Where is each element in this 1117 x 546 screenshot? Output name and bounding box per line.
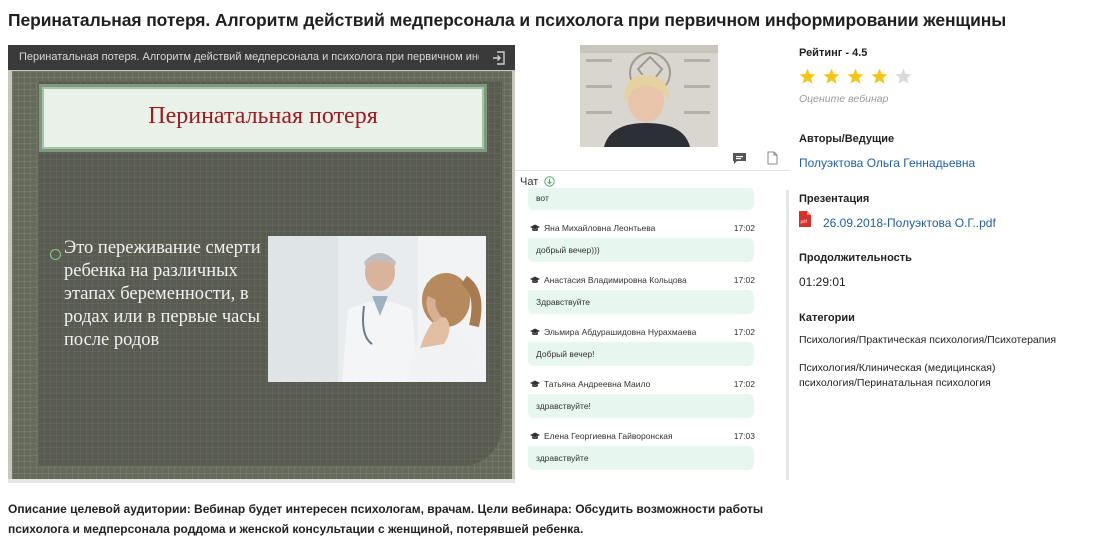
chat-toolbar [515,148,790,171]
chat-author: Татьяна Андреевна Маило [544,379,651,389]
graduation-cap-icon [530,276,540,284]
download-circle-icon[interactable] [544,176,555,187]
chat-time: 17:03 [733,431,755,441]
chat-time: 17:02 [733,327,755,337]
chat-message-text: Добрый вечер! [528,342,754,366]
chat-message-text: вот [528,188,754,210]
star-icon[interactable] [847,68,864,85]
star-icon[interactable] [823,68,840,85]
category-item[interactable]: Психология/Клиническая (медицинская) пси… [799,361,1049,391]
chat-time: 17:02 [733,379,755,389]
star-icon[interactable] [895,68,912,85]
chat-scrollbar[interactable] [786,190,789,480]
chat-message: Эльмира Абдурашидовна Нурахмаева 17:02 Д… [528,326,773,366]
chat-header: Чат [520,176,539,188]
document-icon[interactable] [767,151,778,165]
video-player[interactable]: Перинатальная потеря. Алгоритм действий … [8,45,515,483]
slide-bullet-text: Это переживание смерти ребенка на различ… [64,238,261,350]
chat-message: вот [528,188,773,210]
chat-time: 17:02 [733,223,755,233]
author-link[interactable]: Полуэктова Ольга Геннадьевна [799,156,975,170]
svg-text:pdf: pdf [801,219,808,224]
presentation-label: Презентация [799,193,870,205]
chat-message: Яна Михайловна Леонтьева 17:02 добрый ве… [528,222,773,262]
chat-author: Елена Георгиевна Гайворонская [544,431,673,441]
star-icon[interactable] [871,68,888,85]
slide-title-box: Перинатальная потеря [42,87,484,149]
graduation-cap-icon [530,380,540,388]
presentation-slide: Перинатальная потеря Это переживание сме… [12,71,512,483]
chat-author: Эльмира Абдурашидовна Нурахмаева [544,327,697,337]
authors-label: Авторы/Ведущие [799,133,895,145]
graduation-cap-icon [530,432,540,440]
chat-message-list[interactable]: вот Яна Михайловна Леонтьева 17:02 добры… [515,188,775,478]
chat-bubble-icon[interactable] [732,152,747,165]
chat-message-text: здравствуйте! [528,394,754,418]
player-progress-track[interactable] [8,479,515,483]
category-item[interactable]: Психология/Практическая психология/Психо… [799,333,1099,348]
pdf-file-icon[interactable]: pdf [799,211,811,227]
chat-author: Анастасия Владимировна Кольцова [544,275,687,285]
rate-webinar-hint: Оцените вебинар [799,93,889,105]
graduation-cap-icon [530,328,540,336]
chat-message-text: добрый вечер))) [528,238,754,262]
star-icon[interactable] [799,68,816,85]
slide-photo [268,236,486,382]
audience-description: Описание целевой аудитории: Вебинар буде… [8,502,764,536]
chat-message-text: здравствуйте [528,446,754,470]
chat-message: Анастасия Владимировна Кольцова 17:02 Зд… [528,274,773,314]
page-title: Перинатальная потеря. Алгоритм действий … [8,10,1007,30]
categories-label: Категории [799,312,855,324]
player-title: Перинатальная потеря. Алгоритм действий … [19,51,479,63]
chat-message: Елена Георгиевна Гайворонская 17:03 здра… [528,430,773,470]
chat-message: Татьяна Андреевна Маило 17:02 здравствуй… [528,378,773,418]
rating-label: Рейтинг - 4.5 [799,47,868,59]
bullet-dot-icon [50,249,61,260]
player-title-bar: Перинатальная потеря. Алгоритм действий … [8,45,515,70]
duration-value: 01:29:01 [799,275,846,289]
rating-stars[interactable] [799,68,919,90]
presentation-file-link[interactable]: 26.09.2018-Полуэктова О.Г..pdf [823,216,996,230]
chat-time: 17:02 [733,275,755,285]
exit-fullscreen-icon[interactable] [491,50,507,66]
slide-title: Перинатальная потеря [148,103,378,129]
chat-author: Яна Михайловна Леонтьева [544,223,656,233]
graduation-cap-icon [530,224,540,232]
duration-label: Продолжительность [799,252,912,264]
presenter-webcam [580,45,718,147]
chat-message-text: Здравствуйте [528,290,754,314]
